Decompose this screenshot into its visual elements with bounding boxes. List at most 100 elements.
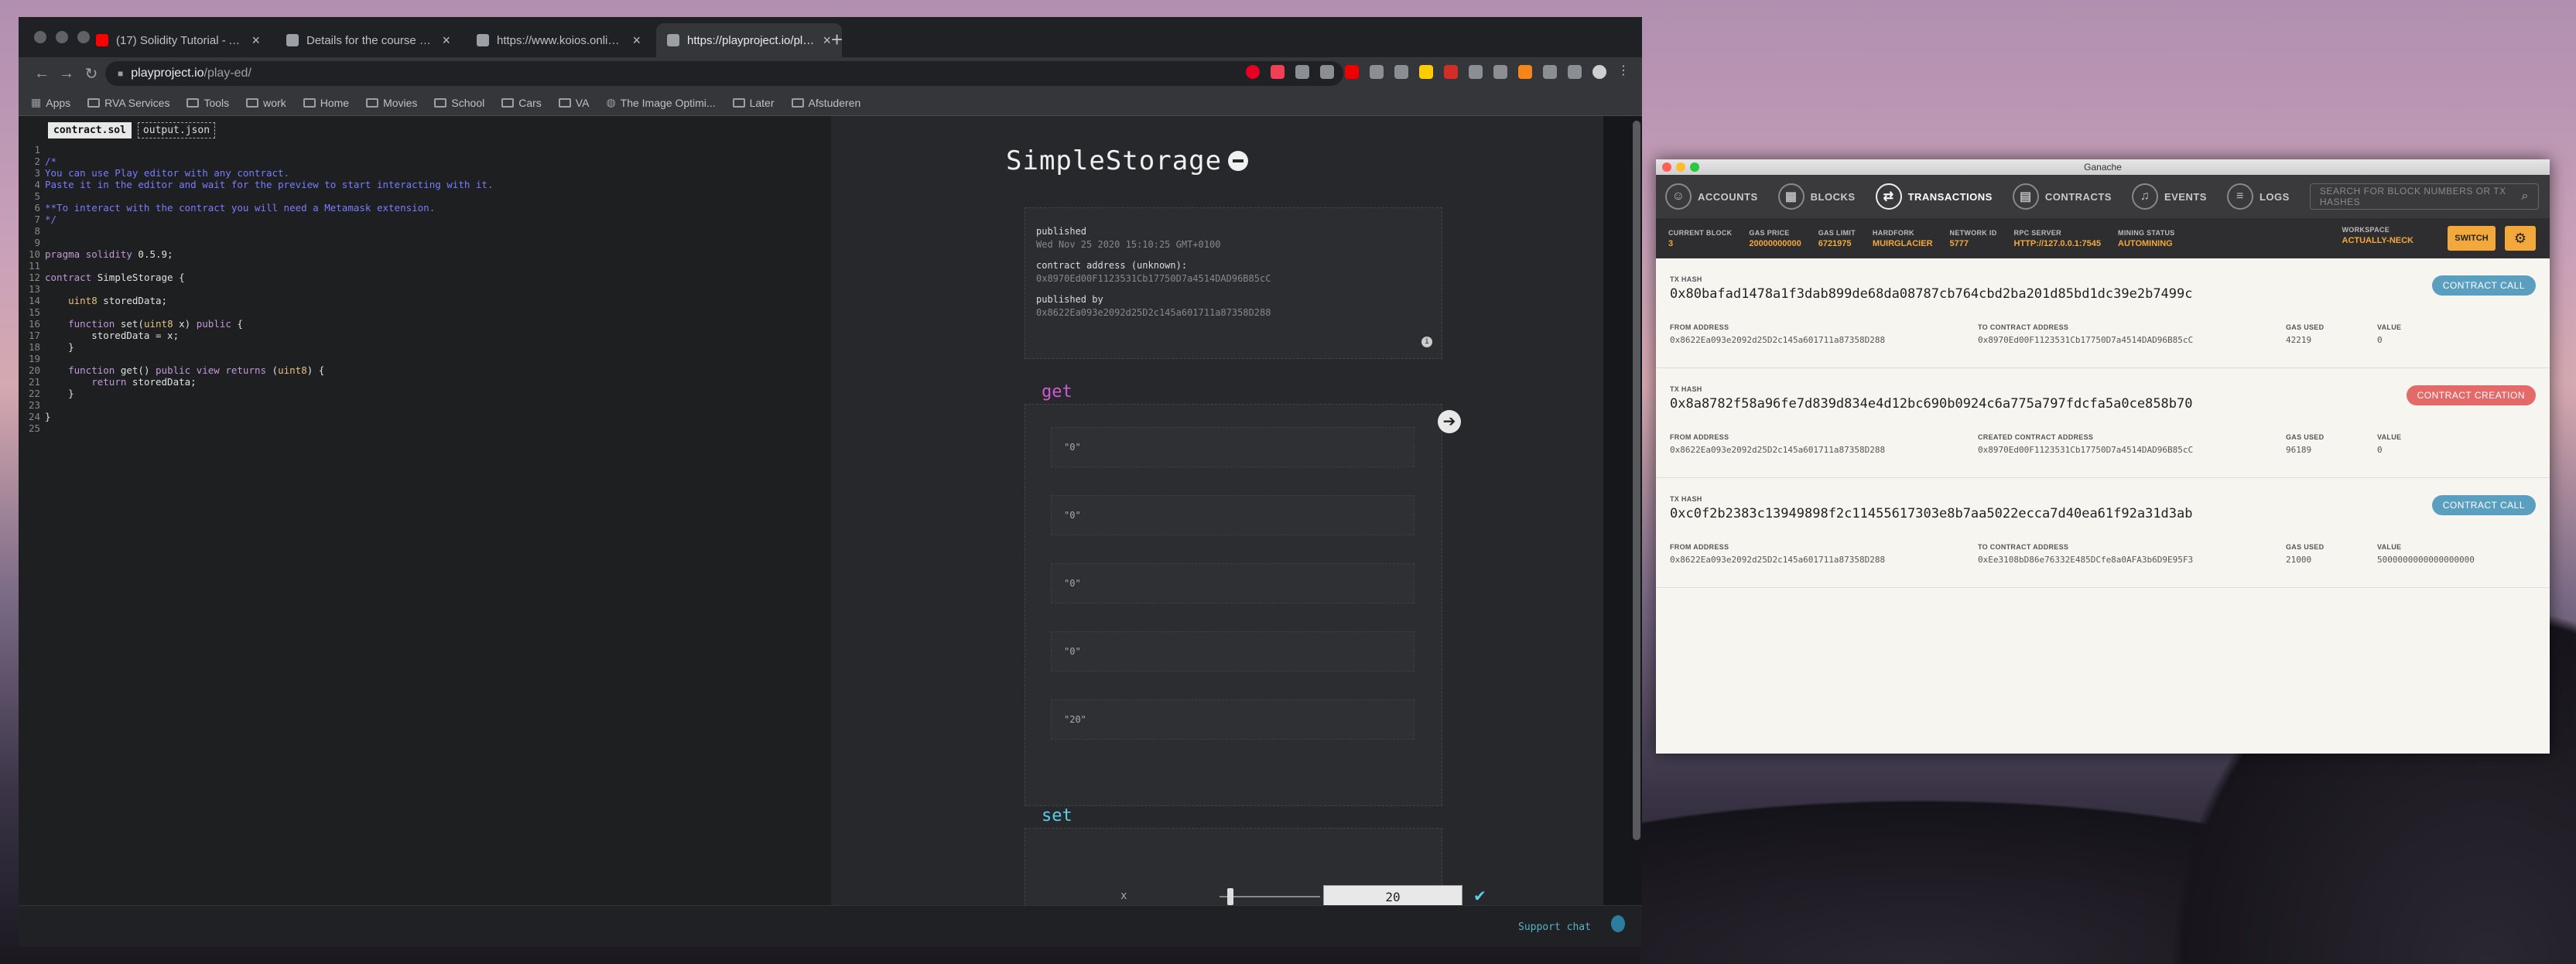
bookmark-label: Apps [46, 96, 71, 109]
code-line: 23 [19, 399, 831, 411]
code-line: 19 [19, 353, 831, 364]
bookmark-item[interactable]: VA [558, 97, 589, 109]
published-by-label: published by [1036, 294, 1103, 305]
bookmark-item[interactable]: School [434, 97, 484, 109]
workspace-stat: WORKSPACE ACTUALLY-NECK [2342, 226, 2414, 245]
to-address-value: 0x8970Ed00F1123531Cb17750D7a4514DAD96B85… [1978, 445, 2194, 455]
get-output-row: "0" [1051, 495, 1415, 535]
chat-icon[interactable] [1611, 915, 1625, 932]
nav-contracts[interactable]: ▤ CONTRACTS [2012, 183, 2112, 210]
settings-gear-icon[interactable]: ⚙ [2505, 226, 2536, 251]
browser-tab[interactable]: https://playproject.io/play-ed/ × [656, 23, 842, 57]
line-number: 13 [28, 283, 40, 295]
nav-transactions[interactable]: ⇄ TRANSACTIONS [1875, 183, 1993, 210]
close-window-button[interactable] [34, 31, 46, 43]
close-tab-icon[interactable]: × [251, 32, 260, 49]
nav-logs[interactable]: ≡ LOGS [2226, 183, 2290, 210]
tx-search-input[interactable]: SEARCH FOR BLOCK NUMBERS OR TX HASHES ⌕ [2309, 183, 2539, 210]
ganache-close-button[interactable] [1662, 162, 1671, 172]
close-tab-icon[interactable]: × [442, 32, 450, 49]
bookmark-item[interactable]: Afstuderen [791, 97, 860, 109]
pinterest-extension-icon[interactable] [1246, 65, 1260, 79]
ganache-minimize-button[interactable] [1676, 162, 1685, 172]
tx-row[interactable]: TX HASH 0xc0f2b2383c13949898f2c1145561730… [1656, 478, 2550, 588]
code-line: 2 /* [19, 156, 831, 167]
search-icon[interactable]: ⌕ [2522, 190, 2529, 203]
tx-row[interactable]: TX HASH 0x80bafad1478a1f3dab899de68da0878… [1656, 258, 2550, 368]
bookmark-item[interactable]: ▦ Apps [31, 96, 70, 109]
bookmark-item[interactable]: Later [732, 97, 775, 109]
nav-blocks[interactable]: ▦ BLOCKS [1777, 183, 1856, 210]
extension-icon[interactable] [1493, 65, 1507, 79]
metamask-extension-icon[interactable] [1518, 65, 1532, 79]
value-slider-thumb[interactable] [1227, 888, 1233, 905]
line-number: 6 [34, 202, 40, 214]
new-tab-button[interactable]: + [831, 28, 843, 52]
bookmark-item[interactable]: Home [303, 97, 349, 109]
run-get-arrow-icon[interactable]: ➔ [1438, 410, 1461, 433]
back-icon[interactable]: ← [29, 65, 54, 83]
extension-icon[interactable] [1370, 65, 1384, 79]
bookmark-item[interactable]: Movies [366, 97, 417, 109]
code-line: 17 storedData = x; [19, 330, 831, 341]
tx-hash: 0x8a8782f58a96fe7d839d834e4d12bc690b0924… [1670, 396, 2193, 412]
file-tab-output[interactable]: output.json [137, 122, 216, 138]
extension-icon[interactable] [1320, 65, 1334, 79]
code-editor[interactable]: contract.sol output.json 1 2 /* 3 You can us… [19, 116, 831, 905]
stat-value: 5777 [1949, 238, 1969, 248]
bookmark-item[interactable]: RVA Services [87, 97, 169, 109]
tab-title: Details for the course Program [306, 33, 434, 47]
to-address: TO CONTRACT ADDRESS 0x8970Ed00F1123531Cb1… [1978, 323, 2193, 345]
forward-icon[interactable]: → [54, 65, 79, 83]
close-tab-icon[interactable]: × [823, 32, 831, 49]
browser-tab[interactable]: Details for the course Program × [275, 23, 461, 57]
bookmark-item[interactable]: Cars [501, 97, 542, 109]
lastpass-extension-icon[interactable] [1444, 65, 1458, 79]
extension-icon[interactable] [1543, 65, 1557, 79]
bookmark-item[interactable]: ◍ The Image Optimi... [606, 96, 715, 109]
stat-rpc-server: RPC SERVER HTTP://127.0.0.1:7545 [2014, 229, 2102, 248]
line-number: 3 [34, 167, 40, 179]
bookmark-label: RVA Services [104, 96, 170, 109]
switch-workspace-button[interactable]: SWITCH [2448, 226, 2496, 251]
line-number: 17 [28, 330, 40, 341]
support-chat-link[interactable]: Support chat [1518, 921, 1591, 933]
extensions-puzzle-icon[interactable] [1568, 65, 1582, 79]
extension-icon[interactable] [1394, 65, 1408, 79]
line-code: pragma solidity 0.5.9; [45, 248, 173, 260]
minimize-window-button[interactable] [56, 31, 68, 43]
set-value-input[interactable]: 20 [1323, 885, 1462, 905]
bookmark-label: Cars [518, 96, 542, 109]
nav-accounts[interactable]: ☺ ACCOUNTS [1665, 183, 1758, 210]
ganache-maximize-button[interactable] [1690, 162, 1699, 172]
nav-events[interactable]: ♫ EVENTS [2131, 183, 2207, 210]
bookmark-item[interactable]: work [246, 97, 286, 109]
bookmark-item[interactable]: Tools [186, 97, 229, 109]
chrome-window: (17) Solidity Tutorial - A Full Co×Detai… [19, 17, 1642, 947]
submit-check-icon[interactable]: ✔ [1473, 887, 1486, 905]
collapse-icon[interactable] [1228, 151, 1249, 171]
file-tab-contract[interactable]: contract.sol [48, 122, 132, 138]
document-icon [286, 34, 299, 46]
profile-avatar[interactable] [1592, 65, 1606, 79]
extension-icon[interactable] [1469, 65, 1483, 79]
menu-dots-icon[interactable]: ⋮ [1617, 65, 1630, 79]
youtube-extension-icon[interactable] [1345, 65, 1359, 79]
extension-icon[interactable] [1295, 65, 1309, 79]
address-bar[interactable]: ■ playproject.io/play-ed/ ☆ [105, 61, 1343, 86]
accounts-icon: ☺ [1665, 183, 1692, 210]
browser-tab[interactable]: https://www.koios.online/new × [466, 23, 652, 57]
line-number: 16 [28, 318, 40, 330]
extension-icon[interactable] [1419, 65, 1433, 79]
info-icon[interactable]: i [1421, 337, 1432, 347]
value-slider-track[interactable] [1220, 896, 1320, 897]
line-number: 15 [28, 306, 40, 318]
page-scrollbar[interactable] [1633, 121, 1640, 840]
tx-row[interactable]: TX HASH 0x8a8782f58a96fe7d839d834e4d12bc6… [1656, 368, 2550, 478]
line-code: } [45, 388, 74, 399]
close-tab-icon[interactable]: × [632, 32, 641, 49]
tx-hash-label: TX HASH [1670, 275, 1702, 283]
reload-icon[interactable]: ↻ [79, 64, 104, 84]
pocket-extension-icon[interactable] [1271, 65, 1285, 79]
browser-tab[interactable]: (17) Solidity Tutorial - A Full Co × [85, 23, 271, 57]
